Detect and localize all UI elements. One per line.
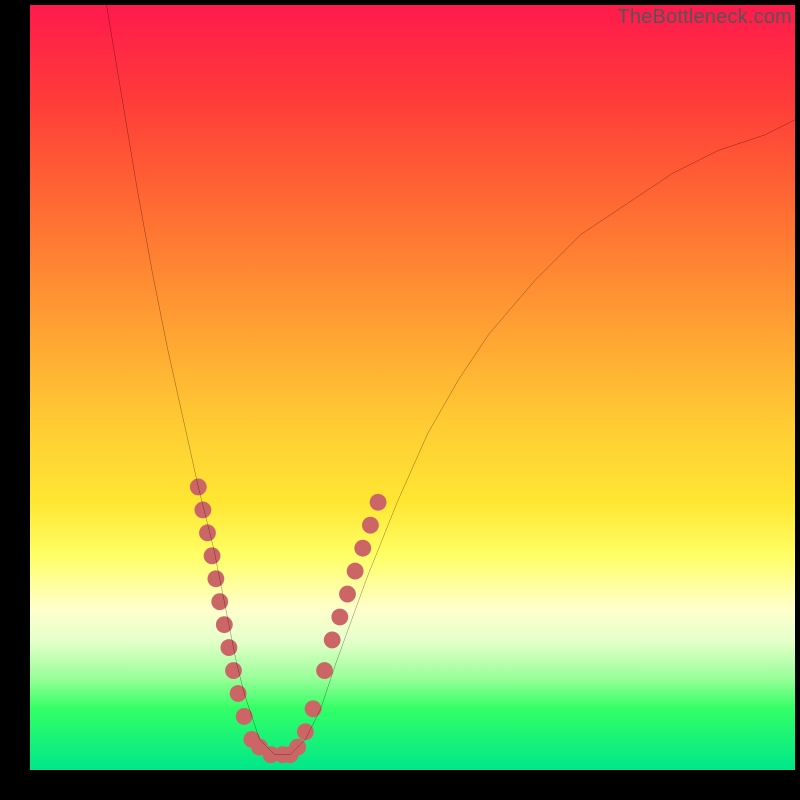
chart-container: TheBottleneck.com — [0, 0, 800, 800]
marker-point — [204, 547, 221, 564]
marker-point — [362, 517, 379, 534]
marker-point — [199, 524, 216, 541]
watermark-text: TheBottleneck.com — [617, 6, 792, 29]
marker-point — [207, 570, 224, 587]
plot-area — [30, 5, 795, 770]
marker-point — [316, 662, 333, 679]
marker-point — [339, 586, 356, 603]
marker-point — [194, 501, 211, 518]
main-curve-path — [107, 5, 796, 755]
marker-point — [331, 609, 348, 626]
curve-svg — [30, 5, 795, 770]
marker-point — [297, 723, 314, 740]
marker-point — [354, 540, 371, 557]
marker-point — [370, 494, 387, 511]
marker-point — [236, 708, 253, 725]
marker-point — [225, 662, 242, 679]
marker-point — [347, 563, 364, 580]
marker-point — [305, 700, 322, 717]
marker-group — [190, 479, 387, 764]
marker-point — [230, 685, 247, 702]
marker-point — [324, 632, 341, 649]
